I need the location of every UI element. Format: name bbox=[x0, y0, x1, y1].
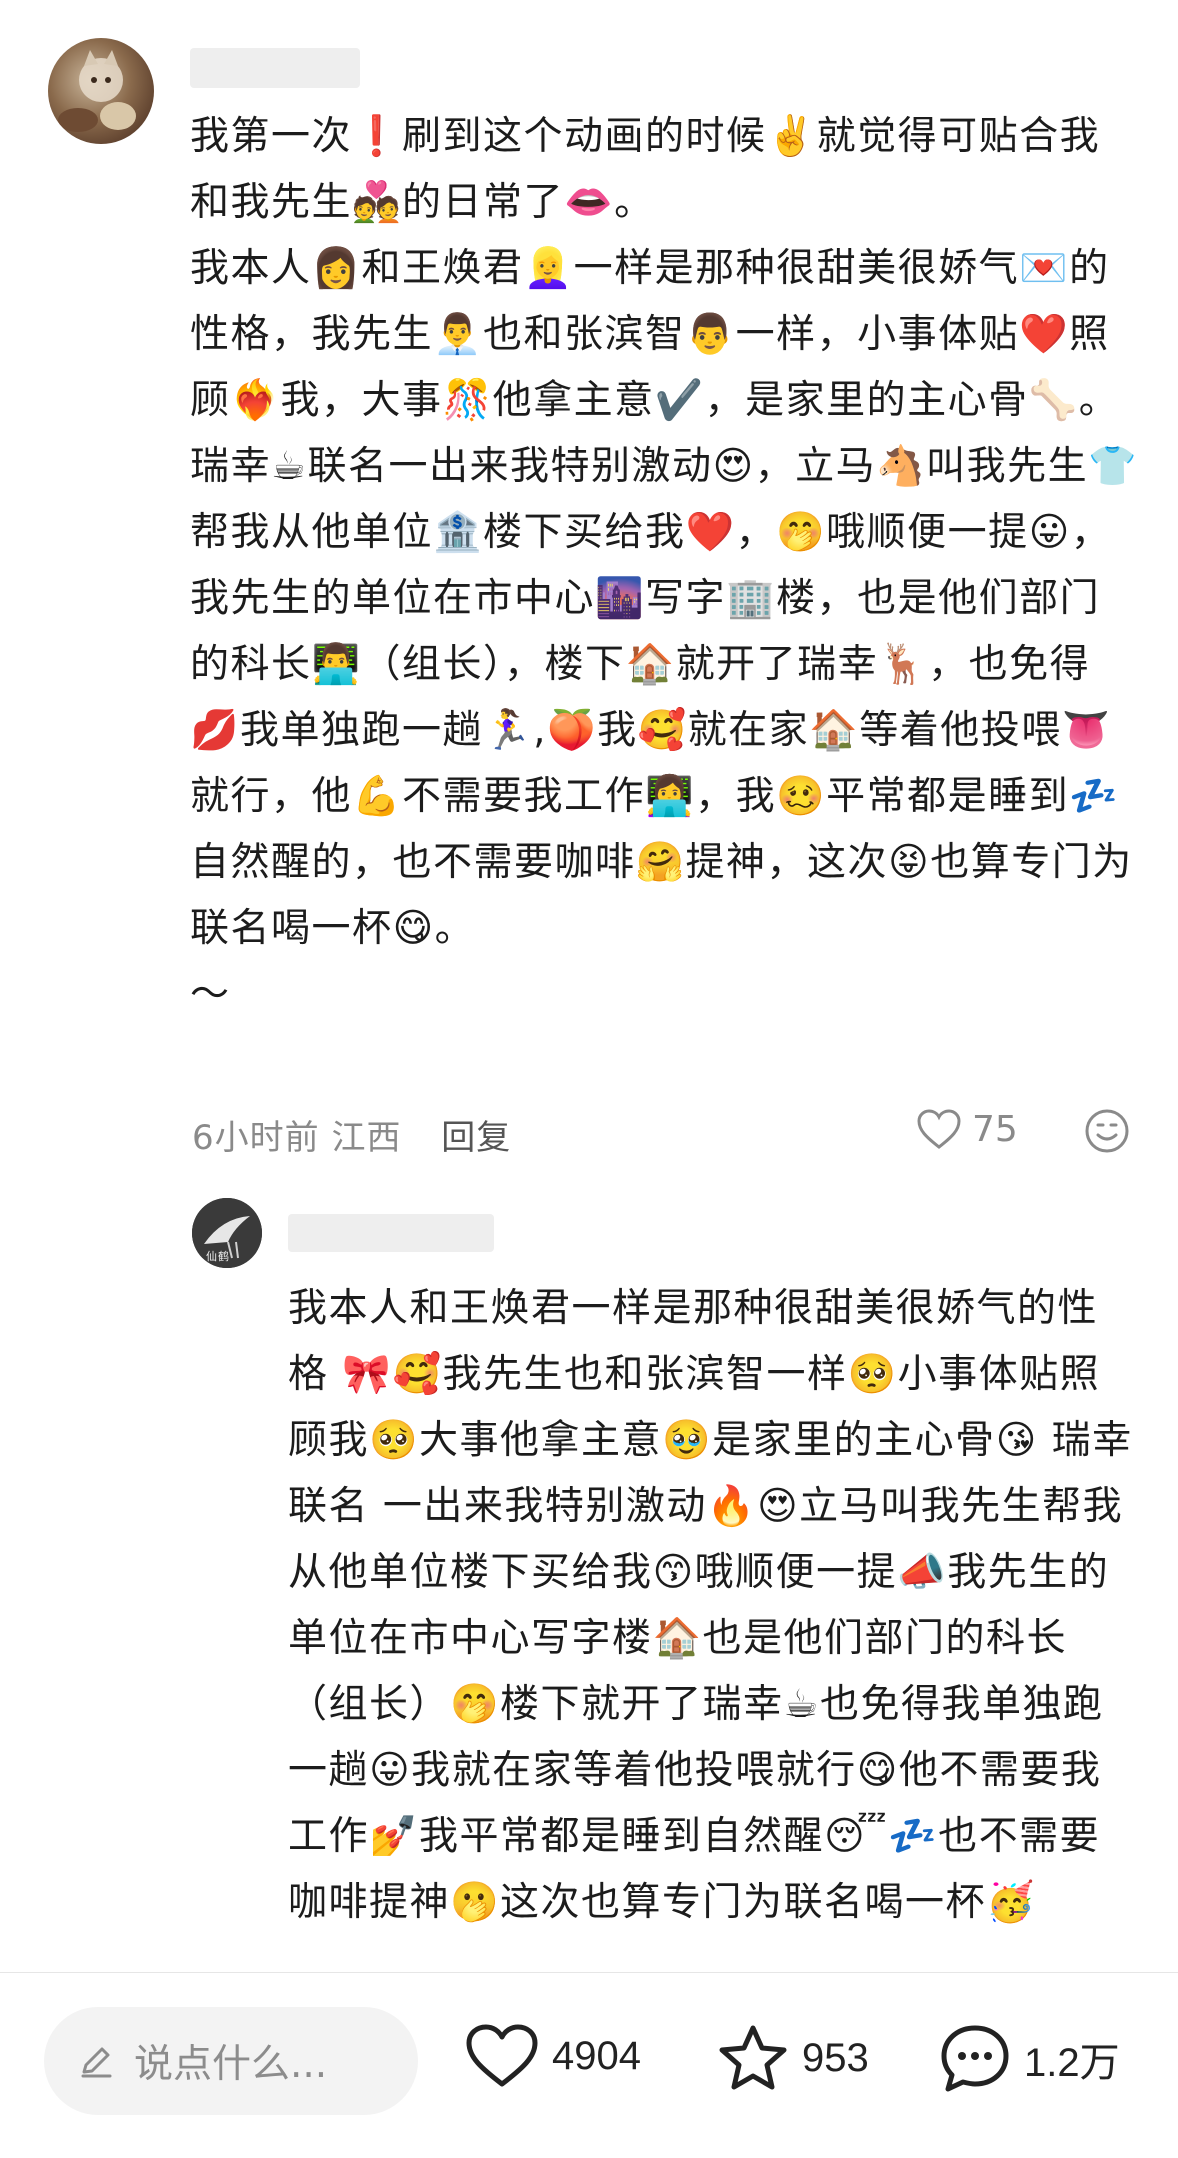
avatar-caption: 仙鹤 bbox=[206, 1250, 230, 1263]
cat-photo-icon bbox=[58, 50, 136, 132]
favorite-count: 953 bbox=[802, 2035, 869, 2080]
chat-bubble-icon bbox=[941, 2025, 1009, 2092]
heart-icon bbox=[466, 2024, 538, 2087]
comment-input[interactable]: 说点什么... bbox=[44, 2007, 418, 2115]
comment-paragraph: 我第一次❗刷到这个动画的时候✌️就觉得可贴合我和我先生💑的日常了👄。 bbox=[190, 114, 1101, 225]
favorite-button[interactable]: 953 bbox=[716, 2023, 869, 2093]
like-count: 4904 bbox=[552, 2033, 641, 2078]
comment-location: 江西 bbox=[331, 1118, 402, 1158]
comment-count: 1.2万 bbox=[1024, 2041, 1120, 2085]
smiley-icon bbox=[1085, 1109, 1129, 1153]
emoji-react-button[interactable] bbox=[1084, 1108, 1130, 1158]
scroll-fade bbox=[0, 1930, 1178, 1972]
reply-comment: 仙鹤 我本人和王焕君一样是那种很甜美很娇气的性格 🎀🥰我先生也和张滨智一样🥺小事… bbox=[0, 1180, 1178, 1980]
reply-paragraph: 我本人和王焕君一样是那种很甜美很娇气的性格 🎀🥰我先生也和张滨智一样🥺小事体贴照… bbox=[288, 1286, 1133, 1925]
comment-like-button[interactable]: 75 bbox=[916, 1108, 1018, 1150]
bottom-action-bar: 说点什么... 4904 953 1.2万 bbox=[0, 1972, 1178, 2158]
comment-paragraph: 我本人👩和王焕君👱‍♀️一样是那种很甜美很娇气💌的性格，我先生👨‍💼也和张滨智👨… bbox=[190, 246, 1120, 423]
heart-outline-icon bbox=[917, 1109, 961, 1149]
comment-like-count: 75 bbox=[972, 1108, 1018, 1150]
username-redacted[interactable] bbox=[190, 48, 360, 88]
comment-body: 我第一次❗刷到这个动画的时候✌️就觉得可贴合我和我先生💑的日常了👄。 我本人👩和… bbox=[190, 104, 1140, 1028]
like-button[interactable]: 4904 bbox=[464, 2023, 641, 2089]
comment-meta: 6小时前 江西 回复 bbox=[192, 1110, 511, 1159]
reply-username-redacted[interactable] bbox=[288, 1214, 494, 1252]
pencil-icon bbox=[81, 2047, 112, 2078]
comment-time: 6小时前 bbox=[192, 1118, 320, 1158]
star-icon bbox=[719, 2025, 787, 2090]
comment-button[interactable]: 1.2万 bbox=[938, 2023, 1120, 2095]
main-comment: 我第一次❗刷到这个动画的时候✌️就觉得可贴合我和我先生💑的日常了👄。 我本人👩和… bbox=[0, 0, 1178, 1180]
comment-input-placeholder: 说点什么... bbox=[134, 2042, 328, 2087]
reply-button[interactable]: 回复 bbox=[441, 1118, 511, 1158]
reply-avatar[interactable]: 仙鹤 bbox=[192, 1198, 262, 1268]
avatar[interactable] bbox=[48, 38, 154, 144]
comment-paragraph: ～ bbox=[190, 972, 231, 1017]
comment-paragraph: 瑞幸☕联名一出来我特别激动😍，立马🐴叫我先生👕帮我从他单位🏦楼下买给我❤️，🤭哦… bbox=[190, 444, 1139, 951]
reply-body: 我本人和王焕君一样是那种很甜美很娇气的性格 🎀🥰我先生也和张滨智一样🥺小事体贴照… bbox=[288, 1276, 1138, 1936]
